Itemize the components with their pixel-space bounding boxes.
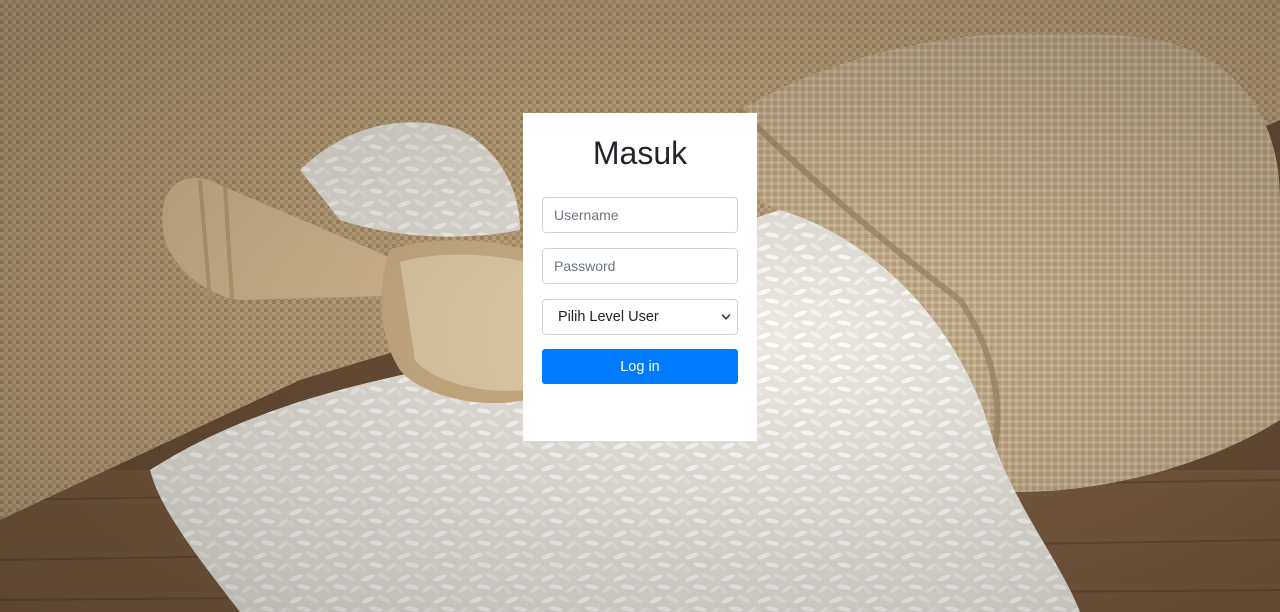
login-card: Masuk Pilih Level User Log in — [523, 113, 757, 441]
chevron-down-icon — [721, 314, 731, 320]
login-title: Masuk — [592, 135, 688, 171]
password-input[interactable] — [542, 248, 738, 284]
user-level-select[interactable]: Pilih Level User — [542, 299, 738, 335]
username-input[interactable] — [542, 197, 738, 233]
user-level-select-value: Pilih Level User — [558, 309, 659, 325]
login-button[interactable]: Log in — [542, 349, 738, 384]
